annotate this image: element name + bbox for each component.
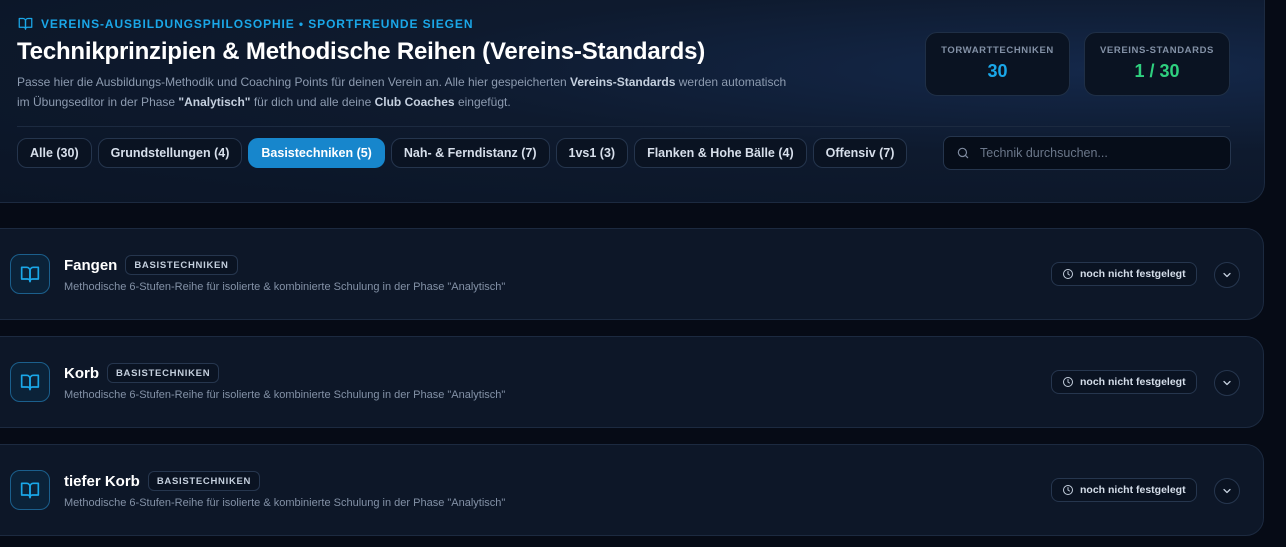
filter-chip-nah-ferndistanz[interactable]: Nah- & Ferndistanz (7) <box>390 138 550 168</box>
technique-title: tiefer Korb <box>64 472 140 490</box>
book-open-icon <box>20 266 40 283</box>
chevron-down-icon <box>1223 488 1231 494</box>
expand-button[interactable] <box>1214 262 1240 288</box>
search-box <box>943 136 1231 170</box>
expand-button[interactable] <box>1214 370 1240 396</box>
technique-title-row: Korb BASISTECHNIKEN <box>64 363 220 383</box>
description-text: eingefügt. <box>454 95 511 109</box>
stat-techniques-label: TORWARTTECHNIKEN <box>941 45 1054 56</box>
eyebrow: VEREINS-AUSBILDUNGSPHILOSOPHIE • SPORTFR… <box>18 16 473 31</box>
technique-icon <box>10 470 50 510</box>
technique-title-row: Fangen BASISTECHNIKEN <box>64 255 238 275</box>
filter-chip-1vs1[interactable]: 1vs1 (3) <box>555 138 629 168</box>
clock-icon <box>1063 269 1073 279</box>
technique-card-fangen[interactable]: Fangen BASISTECHNIKEN Methodische 6-Stuf… <box>0 228 1264 320</box>
filter-chip-offensiv[interactable]: Offensiv (7) <box>812 138 908 168</box>
stat-standards-label: VEREINS-STANDARDS <box>1099 45 1214 56</box>
technique-subtitle: Methodische 6-Stufen-Reihe für isolierte… <box>64 389 506 401</box>
technique-icon <box>10 254 50 294</box>
description-text: für dich und alle deine <box>250 95 375 109</box>
filter-chip-all[interactable]: Alle (30) <box>17 138 92 168</box>
technique-subtitle: Methodische 6-Stufen-Reihe für isolierte… <box>64 281 506 293</box>
technique-card-tiefer-korb[interactable]: tiefer Korb BASISTECHNIKEN Methodische 6… <box>0 444 1264 536</box>
technique-subtitle: Methodische 6-Stufen-Reihe für isolierte… <box>64 497 506 509</box>
stat-standards: VEREINS-STANDARDS 1 / 30 <box>1084 32 1230 96</box>
filter-chips: Alle (30) Grundstellungen (4) Basistechn… <box>17 138 908 168</box>
status-text: noch nicht festgelegt <box>1080 268 1186 280</box>
description-emphasis: Vereins-Standards <box>570 75 676 89</box>
technique-title: Korb <box>64 364 99 382</box>
status-text: noch nicht festgelegt <box>1080 484 1186 496</box>
stat-standards-value: 1 / 30 <box>1134 61 1180 81</box>
filter-chip-flanken[interactable]: Flanken & Hohe Bälle (4) <box>634 138 807 168</box>
stat-techniques: TORWARTTECHNIKEN 30 <box>925 32 1070 96</box>
technique-title-row: tiefer Korb BASISTECHNIKEN <box>64 471 261 491</box>
book-open-icon <box>20 374 40 391</box>
chevron-down-icon <box>1223 272 1231 278</box>
status-badge: noch nicht festgelegt <box>1051 370 1197 394</box>
status-badge: noch nicht festgelegt <box>1051 262 1197 286</box>
chevron-down-icon <box>1223 380 1231 386</box>
technique-card-korb[interactable]: Korb BASISTECHNIKEN Methodische 6-Stufen… <box>0 336 1264 428</box>
technique-icon <box>10 362 50 402</box>
technique-category-badge: BASISTECHNIKEN <box>125 255 238 275</box>
technique-title: Fangen <box>64 256 118 274</box>
stat-techniques-value: 30 <box>987 61 1008 81</box>
description-text: Passe hier die Ausbildungs-Methodik und … <box>17 75 571 89</box>
search-input[interactable] <box>980 146 1220 160</box>
book-open-icon <box>18 17 33 30</box>
clock-icon <box>1063 377 1073 387</box>
header-divider <box>17 126 1230 127</box>
status-text: noch nicht festgelegt <box>1080 376 1186 388</box>
filter-chip-basistechniken[interactable]: Basistechniken (5) <box>248 138 385 168</box>
clock-icon <box>1063 485 1073 495</box>
book-open-icon <box>20 482 40 499</box>
search-icon <box>957 147 969 159</box>
eyebrow-text: VEREINS-AUSBILDUNGSPHILOSOPHIE • SPORTFR… <box>41 16 474 31</box>
technique-category-badge: BASISTECHNIKEN <box>107 363 220 383</box>
page-description: Passe hier die Ausbildungs-Methodik und … <box>17 72 797 112</box>
status-badge: noch nicht festgelegt <box>1051 478 1197 502</box>
description-emphasis: Club Coaches <box>374 95 455 109</box>
page-title: Technikprinzipien & Methodische Reihen (… <box>17 38 706 65</box>
technique-category-badge: BASISTECHNIKEN <box>147 471 261 491</box>
filter-chip-grundstellungen[interactable]: Grundstellungen (4) <box>97 138 243 168</box>
expand-button[interactable] <box>1214 478 1240 504</box>
description-emphasis: "Analytisch" <box>178 95 251 109</box>
